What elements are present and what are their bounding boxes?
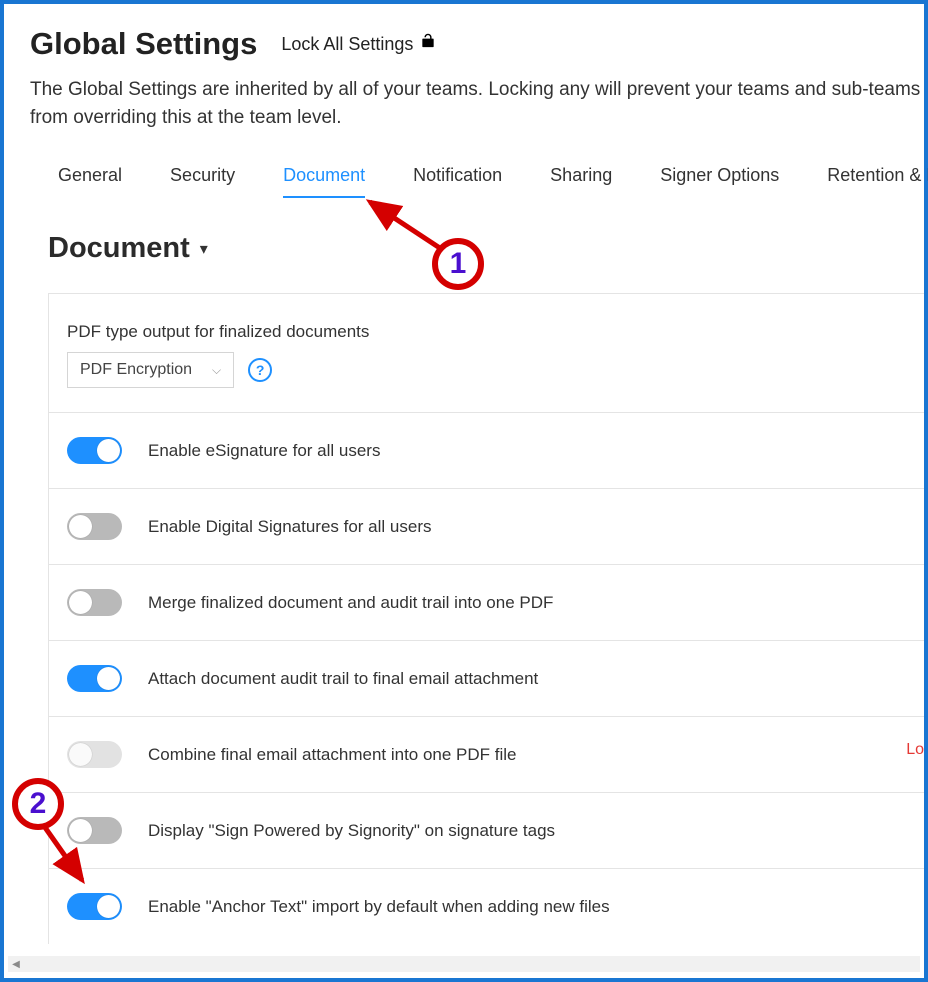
- toggle-esignature[interactable]: [67, 437, 122, 464]
- toggle-attach-audit[interactable]: [67, 665, 122, 692]
- toggle-anchor-text-block: Enable "Anchor Text" import by default w…: [48, 869, 924, 944]
- toggle-merge-audit-block: Merge finalized document and audit trail…: [48, 565, 924, 641]
- unlock-icon: [419, 33, 437, 55]
- toggle-attach-audit-label: Attach document audit trail to final ema…: [148, 669, 538, 689]
- caret-down-icon: ⌵: [212, 363, 221, 378]
- settings-panel: PDF type output for finalized documents …: [48, 293, 924, 944]
- toggle-attach-audit-block: Attach document audit trail to final ema…: [48, 641, 924, 717]
- toggle-combine-email: [67, 741, 122, 768]
- locked-indicator: Lo: [906, 741, 924, 759]
- pdf-type-dropdown[interactable]: PDF Encryption ⌵: [67, 352, 234, 388]
- tab-document[interactable]: Document: [283, 165, 365, 198]
- help-icon[interactable]: ?: [248, 358, 272, 382]
- settings-description: The Global Settings are inherited by all…: [30, 76, 924, 131]
- toggle-digital-signatures[interactable]: [67, 513, 122, 540]
- toggle-sign-powered[interactable]: [67, 817, 122, 844]
- toggle-digital-signatures-block: Enable Digital Signatures for all users: [48, 489, 924, 565]
- toggle-merge-audit-label: Merge finalized document and audit trail…: [148, 593, 553, 613]
- scroll-left-icon: ◀: [8, 956, 24, 972]
- pdf-type-selected: PDF Encryption: [80, 361, 192, 379]
- section-heading-label: Document: [48, 232, 190, 265]
- tab-notification[interactable]: Notification: [413, 165, 502, 198]
- toggle-anchor-text[interactable]: [67, 893, 122, 920]
- page-title: Global Settings: [30, 26, 257, 62]
- toggle-anchor-text-label: Enable "Anchor Text" import by default w…: [148, 897, 610, 917]
- tab-security[interactable]: Security: [170, 165, 235, 198]
- tabs-bar: General Security Document Notification S…: [30, 165, 924, 198]
- toggle-combine-email-block: Combine final email attachment into one …: [48, 717, 924, 793]
- toggle-combine-email-label: Combine final email attachment into one …: [148, 745, 517, 765]
- horizontal-scrollbar[interactable]: ◀: [8, 956, 920, 972]
- toggle-esignature-block: Enable eSignature for all users: [48, 413, 924, 489]
- toggle-merge-audit[interactable]: [67, 589, 122, 616]
- pdf-output-label: PDF type output for finalized documents: [67, 322, 924, 342]
- lock-all-label: Lock All Settings: [281, 34, 413, 55]
- tab-retention[interactable]: Retention & E: [827, 165, 928, 198]
- tab-sharing[interactable]: Sharing: [550, 165, 612, 198]
- tab-signer-options[interactable]: Signer Options: [660, 165, 779, 198]
- pdf-output-block: PDF type output for finalized documents …: [48, 294, 924, 413]
- toggle-esignature-label: Enable eSignature for all users: [148, 441, 380, 461]
- chevron-down-icon: ▾: [200, 239, 208, 259]
- section-heading[interactable]: Document ▾: [30, 232, 924, 265]
- lock-all-settings-link[interactable]: Lock All Settings: [281, 33, 437, 55]
- toggle-sign-powered-label: Display "Sign Powered by Signority" on s…: [148, 821, 555, 841]
- tab-general[interactable]: General: [58, 165, 122, 198]
- toggle-sign-powered-block: Display "Sign Powered by Signority" on s…: [48, 793, 924, 869]
- toggle-digital-signatures-label: Enable Digital Signatures for all users: [148, 517, 431, 537]
